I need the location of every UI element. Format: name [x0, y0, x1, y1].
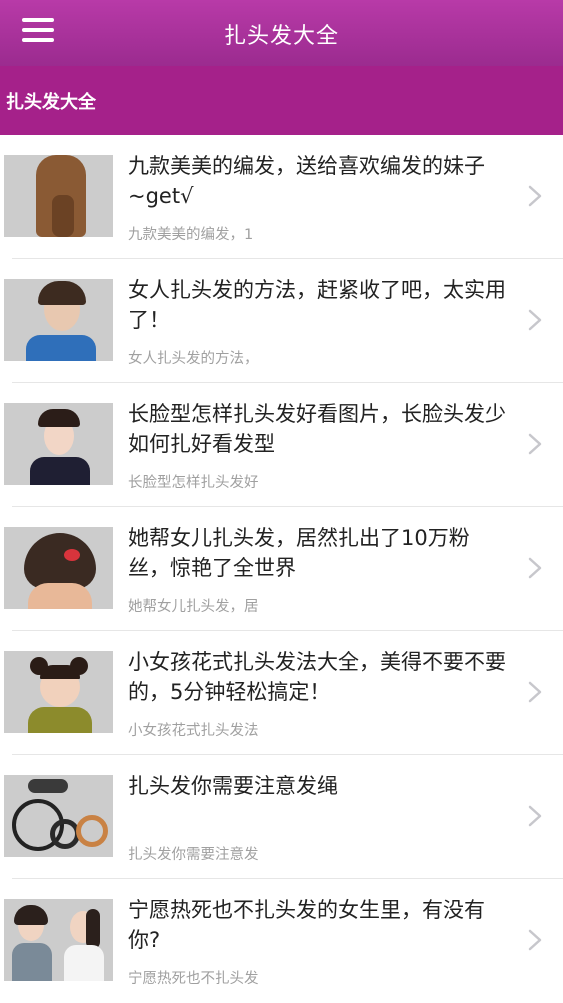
little-girl-buns-thumbnail: [4, 651, 113, 733]
article-title: 九款美美的编发，送给喜欢编发的妹子~get√: [128, 154, 485, 208]
article-list: 九款美美的编发，送给喜欢编发的妹子~get√ 九款美美的编发，1 女人扎头发的方…: [0, 135, 563, 1003]
chevron-right-icon: [528, 185, 542, 207]
article-summary: 女人扎头发的方法，: [128, 351, 259, 367]
girl-braids-thumbnail: [4, 527, 113, 609]
list-item[interactable]: 宁愿热死也不扎头发的女生里，有没有你? 宁愿热死也不扎头发: [0, 879, 563, 1003]
article-summary: 宁愿热死也不扎头发: [128, 971, 259, 987]
long-face-hairstyle-thumbnail: [4, 403, 113, 485]
article-title: 宁愿热死也不扎头发的女生里，有没有你?: [128, 898, 485, 952]
list-item[interactable]: 扎头发你需要注意发绳 扎头发你需要注意发: [0, 755, 563, 879]
article-summary: 长脸型怎样扎头发好: [128, 475, 259, 491]
section-label: 扎头发大全: [6, 92, 96, 113]
women-ponytail-thumbnail: [4, 899, 113, 981]
list-item[interactable]: 小女孩花式扎头发法大全，美得不要不要的，5分钟轻松搞定！ 小女孩花式扎头发法: [0, 631, 563, 755]
hair-ties-thumbnail: [4, 775, 113, 857]
section-header: 扎头发大全: [0, 66, 563, 135]
article-title: 女人扎头发的方法，赶紧收了吧，太实用了！: [128, 278, 506, 332]
article-summary: 她帮女儿扎头发，居: [128, 599, 259, 615]
list-item[interactable]: 九款美美的编发，送给喜欢编发的妹子~get√ 九款美美的编发，1: [0, 135, 563, 259]
chevron-right-icon: [528, 681, 542, 703]
woman-updo-thumbnail: [4, 279, 113, 361]
article-summary: 九款美美的编发，1: [128, 227, 254, 243]
chevron-right-icon: [528, 929, 542, 951]
article-title: 小女孩花式扎头发法大全，美得不要不要的，5分钟轻松搞定！: [128, 650, 506, 704]
article-title: 长脸型怎样扎头发好看图片，长脸头发少如何扎好看发型: [128, 402, 506, 456]
chevron-right-icon: [528, 557, 542, 579]
top-bar: 扎头发大全: [0, 0, 563, 66]
list-item[interactable]: 她帮女儿扎头发，居然扎出了10万粉丝，惊艳了全世界 她帮女儿扎头发，居: [0, 507, 563, 631]
page-title: 扎头发大全: [223, 24, 339, 49]
chevron-right-icon: [528, 309, 542, 331]
article-title: 扎头发你需要注意发绳: [128, 774, 338, 798]
article-summary: 小女孩花式扎头发法: [128, 723, 259, 739]
article-title: 她帮女儿扎头发，居然扎出了10万粉丝，惊艳了全世界: [128, 526, 470, 580]
chevron-right-icon: [528, 805, 542, 827]
list-item[interactable]: 女人扎头发的方法，赶紧收了吧，太实用了！ 女人扎头发的方法，: [0, 259, 563, 383]
article-summary: 扎头发你需要注意发: [128, 847, 259, 863]
braided-hair-thumbnail: [4, 155, 113, 237]
chevron-right-icon: [528, 433, 542, 455]
list-item[interactable]: 长脸型怎样扎头发好看图片，长脸头发少如何扎好看发型 长脸型怎样扎头发好: [0, 383, 563, 507]
